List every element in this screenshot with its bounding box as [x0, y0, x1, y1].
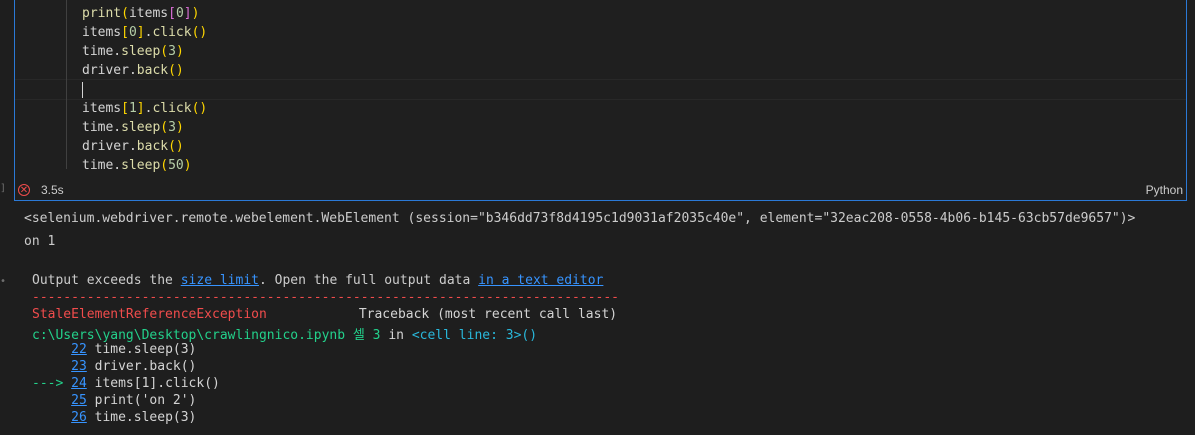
cell-status: ✕ 3.5s	[18, 183, 64, 197]
code-line: driver.back()	[82, 63, 184, 78]
traceback-line: ---> 24 items[1].click()	[32, 376, 220, 391]
line-number-link[interactable]: 23	[71, 359, 87, 374]
size-limit-link[interactable]: size limit	[181, 273, 259, 288]
traceback-header: StaleElementReferenceException Traceback …	[32, 307, 617, 322]
output-truncation-notice: Output exceeds the size limit. Open the …	[32, 273, 604, 288]
traceback-location: c:\Users\yang\Desktop\crawlingnico.ipynb…	[32, 328, 538, 343]
traceback-separator: ----------------------------------------…	[32, 290, 619, 305]
output-marker: •	[0, 276, 7, 287]
indent-guide	[66, 0, 67, 169]
line-number-link[interactable]: 25	[71, 393, 87, 408]
code-line: items[0].click()	[82, 25, 208, 40]
output-line: <selenium.webdriver.remote.webelement.We…	[24, 211, 1136, 226]
language-selector[interactable]: Python	[1146, 183, 1183, 197]
exception-name: StaleElementReferenceException	[32, 307, 267, 322]
code-editor[interactable]: print(items[0]) items[0].click() time.sl…	[82, 4, 207, 175]
traceback-line: 25 print('on 2')	[71, 393, 197, 408]
line-number-link[interactable]: 24	[71, 376, 87, 391]
error-icon: ✕	[18, 184, 30, 196]
traceback-line: 26 time.sleep(3)	[71, 410, 197, 425]
code-line: print(items[0])	[82, 6, 200, 21]
execution-time: 3.5s	[41, 183, 64, 197]
code-cell[interactable]: print(items[0]) items[0].click() time.sl…	[14, 0, 1187, 201]
output-line: on 1	[24, 234, 56, 249]
open-in-text-editor-link[interactable]: in a text editor	[478, 273, 603, 288]
code-line: items[1].click()	[82, 101, 208, 116]
code-line: time.sleep(50)	[82, 158, 192, 173]
line-number-link[interactable]: 22	[71, 342, 87, 357]
code-line: time.sleep(3)	[82, 44, 184, 59]
file-path: c:\Users\yang\Desktop\crawlingnico.ipynb…	[32, 328, 381, 343]
traceback-label: Traceback (most recent call last)	[358, 307, 618, 322]
traceback-line: 23 driver.back()	[71, 359, 197, 374]
execution-marker: ]	[0, 183, 7, 194]
line-number-link[interactable]: 26	[71, 410, 87, 425]
code-line: driver.back()	[82, 139, 184, 154]
traceback-line: 22 time.sleep(3)	[71, 342, 197, 357]
code-line	[82, 80, 207, 99]
cell-reference: <cell line: 3>()	[411, 328, 538, 343]
text-cursor	[82, 81, 83, 98]
code-line: time.sleep(3)	[82, 120, 184, 135]
